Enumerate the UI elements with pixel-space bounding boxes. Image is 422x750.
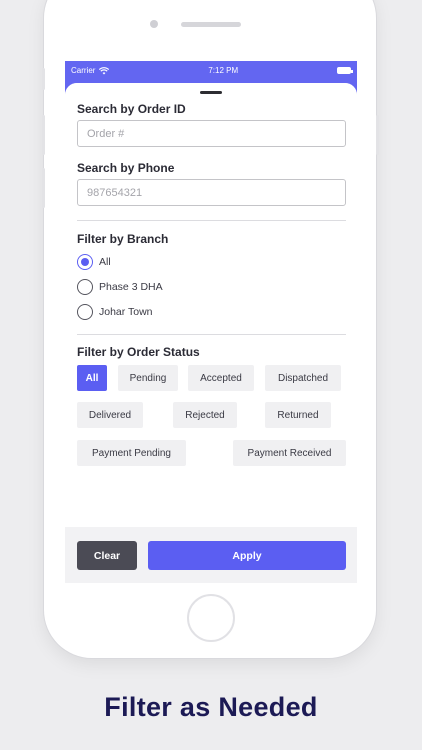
wifi-icon [99, 66, 110, 74]
status-chip-returned[interactable]: Returned [265, 402, 331, 428]
volume-up-button [42, 115, 45, 155]
promo-headline: Filter as Needed [104, 692, 318, 722]
status-chip-all[interactable]: All [77, 365, 107, 391]
branch-label: Filter by Branch [77, 232, 169, 246]
apply-button[interactable]: Apply [148, 541, 346, 570]
branch-option-johar-town[interactable]: Johar Town [77, 304, 153, 320]
divider [77, 334, 346, 335]
sheet-grabber[interactable] [200, 91, 222, 94]
app-screen: Carrier 7:12 PM Search by Order ID Searc… [65, 61, 357, 583]
volume-down-button [42, 168, 45, 208]
phone-label: Search by Phone [77, 161, 175, 175]
order-id-label: Search by Order ID [77, 102, 186, 116]
clock-time: 7:12 PM [208, 65, 239, 75]
home-button[interactable] [187, 594, 235, 642]
branch-option-phase-3-dha[interactable]: Phase 3 DHA [77, 279, 163, 295]
order-status-label: Filter by Order Status [77, 345, 200, 359]
status-chip-dispatched[interactable]: Dispatched [265, 365, 341, 391]
status-chip-accepted[interactable]: Accepted [188, 365, 254, 391]
status-chip-pending[interactable]: Pending [118, 365, 178, 391]
status-chip-payment-received[interactable]: Payment Received [233, 440, 346, 466]
battery-icon [337, 66, 353, 74]
order-id-input[interactable] [77, 120, 346, 147]
status-chip-payment-pending[interactable]: Payment Pending [77, 440, 186, 466]
branch-option-label: All [99, 256, 111, 268]
radio-unselected-icon[interactable] [77, 304, 93, 320]
filter-sheet: Search by Order ID Search by Phone Filte… [65, 83, 357, 583]
status-chip-rejected[interactable]: Rejected [173, 402, 237, 428]
front-camera [150, 20, 158, 28]
mute-switch [42, 68, 45, 90]
radio-selected-icon[interactable] [77, 254, 93, 270]
clear-button[interactable]: Clear [77, 541, 137, 570]
radio-unselected-icon[interactable] [77, 279, 93, 295]
carrier-label: Carrier [71, 65, 96, 75]
filter-card: Search by Order ID Search by Phone Filte… [65, 83, 357, 527]
branch-option-label: Phase 3 DHA [99, 281, 163, 293]
divider [77, 220, 346, 221]
status-bar: Carrier 7:12 PM [65, 61, 357, 79]
power-button [376, 115, 379, 155]
branch-option-all[interactable]: All [77, 254, 111, 270]
branch-option-label: Johar Town [99, 306, 153, 318]
earpiece-speaker [181, 22, 241, 27]
status-chip-delivered[interactable]: Delivered [77, 402, 143, 428]
phone-input[interactable] [77, 179, 346, 206]
